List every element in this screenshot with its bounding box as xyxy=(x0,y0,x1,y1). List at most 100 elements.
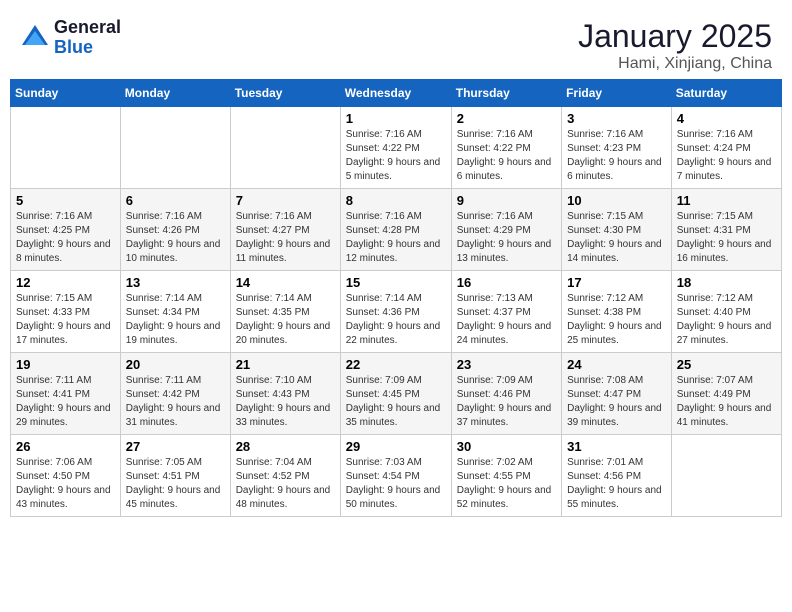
day-info: Sunrise: 7:09 AM Sunset: 4:45 PM Dayligh… xyxy=(346,374,446,430)
day-number: 3 xyxy=(567,111,666,126)
day-info: Sunrise: 7:11 AM Sunset: 4:41 PM Dayligh… xyxy=(16,374,115,430)
calendar-cell: 28 Sunrise: 7:04 AM Sunset: 4:52 PM Dayli… xyxy=(230,435,340,517)
calendar-cell: 25Sunrise: 7:07 AM Sunset: 4:49 PM Dayli… xyxy=(671,353,781,435)
calendar-cell: 30 Sunrise: 7:02 AM Sunset: 4:55 PM Dayli… xyxy=(451,435,561,517)
day-number: 9 xyxy=(457,193,556,208)
day-info: Sunrise: 7:02 AM Sunset: 4:55 PM Dayligh… xyxy=(457,456,556,512)
day-number: 14 xyxy=(236,275,335,290)
day-number: 16 xyxy=(457,275,556,290)
day-info: Sunrise: 7:11 AM Sunset: 4:42 PM Dayligh… xyxy=(126,374,225,430)
calendar-cell: 5 Sunrise: 7:16 AM Sunset: 4:25 PM Daylig… xyxy=(11,189,121,271)
day-number: 4 xyxy=(677,111,776,126)
day-info: Sunrise: 7:15 AM Sunset: 4:33 PM Dayligh… xyxy=(16,292,115,348)
day-info: Sunrise: 7:09 AM Sunset: 4:46 PM Dayligh… xyxy=(457,374,556,430)
day-number: 7 xyxy=(236,193,335,208)
day-number: 31 xyxy=(567,439,666,454)
week-row-2: 5 Sunrise: 7:16 AM Sunset: 4:25 PM Daylig… xyxy=(11,189,782,271)
day-info: Sunrise: 7:04 AM Sunset: 4:52 PM Dayligh… xyxy=(236,456,335,512)
day-number: 1 xyxy=(346,111,446,126)
calendar-cell: 15 Sunrise: 7:14 AM Sunset: 4:36 PM Dayli… xyxy=(340,271,451,353)
calendar-cell: 31 Sunrise: 7:01 AM Sunset: 4:56 PM Dayli… xyxy=(562,435,672,517)
day-info: Sunrise: 7:01 AM Sunset: 4:56 PM Dayligh… xyxy=(567,456,666,512)
weekday-header-row: SundayMondayTuesdayWednesdayThursdayFrid… xyxy=(11,80,782,107)
calendar-cell: 12 Sunrise: 7:15 AM Sunset: 4:33 PM Dayli… xyxy=(11,271,121,353)
calendar-cell: 24 Sunrise: 7:08 AM Sunset: 4:47 PM Dayli… xyxy=(562,353,672,435)
calendar-cell: 8Sunrise: 7:16 AM Sunset: 4:28 PM Daylig… xyxy=(340,189,451,271)
day-info: Sunrise: 7:16 AM Sunset: 4:22 PM Dayligh… xyxy=(346,128,446,184)
day-info: Sunrise: 7:16 AM Sunset: 4:25 PM Dayligh… xyxy=(16,210,115,266)
day-number: 5 xyxy=(16,193,115,208)
weekday-header-sunday: Sunday xyxy=(11,80,121,107)
calendar-cell: 17 Sunrise: 7:12 AM Sunset: 4:38 PM Dayli… xyxy=(562,271,672,353)
day-info: Sunrise: 7:05 AM Sunset: 4:51 PM Dayligh… xyxy=(126,456,225,512)
logo: General Blue xyxy=(20,18,121,58)
calendar-cell xyxy=(120,107,230,189)
calendar-cell: 9Sunrise: 7:16 AM Sunset: 4:29 PM Daylig… xyxy=(451,189,561,271)
calendar-cell: 20 Sunrise: 7:11 AM Sunset: 4:42 PM Dayli… xyxy=(120,353,230,435)
calendar-cell: 19 Sunrise: 7:11 AM Sunset: 4:41 PM Dayli… xyxy=(11,353,121,435)
calendar-cell: 11 Sunrise: 7:15 AM Sunset: 4:31 PM Dayli… xyxy=(671,189,781,271)
day-info: Sunrise: 7:08 AM Sunset: 4:47 PM Dayligh… xyxy=(567,374,666,430)
day-number: 24 xyxy=(567,357,666,372)
calendar-cell: 27Sunrise: 7:05 AM Sunset: 4:51 PM Dayli… xyxy=(120,435,230,517)
week-row-1: 1 Sunrise: 7:16 AM Sunset: 4:22 PM Daylig… xyxy=(11,107,782,189)
day-number: 28 xyxy=(236,439,335,454)
day-info: Sunrise: 7:12 AM Sunset: 4:40 PM Dayligh… xyxy=(677,292,776,348)
calendar-cell: 10Sunrise: 7:15 AM Sunset: 4:30 PM Dayli… xyxy=(562,189,672,271)
calendar-cell: 21 Sunrise: 7:10 AM Sunset: 4:43 PM Dayli… xyxy=(230,353,340,435)
calendar-table: SundayMondayTuesdayWednesdayThursdayFrid… xyxy=(10,79,782,517)
calendar-cell: 13Sunrise: 7:14 AM Sunset: 4:34 PM Dayli… xyxy=(120,271,230,353)
day-number: 11 xyxy=(677,193,776,208)
day-info: Sunrise: 7:14 AM Sunset: 4:35 PM Dayligh… xyxy=(236,292,335,348)
day-info: Sunrise: 7:15 AM Sunset: 4:31 PM Dayligh… xyxy=(677,210,776,266)
location-title: Hami, Xinjiang, China xyxy=(578,55,772,73)
logo-icon xyxy=(20,23,50,53)
day-number: 15 xyxy=(346,275,446,290)
logo-general: General xyxy=(54,18,121,38)
day-info: Sunrise: 7:16 AM Sunset: 4:26 PM Dayligh… xyxy=(126,210,225,266)
day-info: Sunrise: 7:06 AM Sunset: 4:50 PM Dayligh… xyxy=(16,456,115,512)
page-header: General Blue January 2025 Hami, Xinjiang… xyxy=(10,10,782,79)
calendar-cell: 23 Sunrise: 7:09 AM Sunset: 4:46 PM Dayli… xyxy=(451,353,561,435)
calendar-cell: 29Sunrise: 7:03 AM Sunset: 4:54 PM Dayli… xyxy=(340,435,451,517)
calendar-cell: 16 Sunrise: 7:13 AM Sunset: 4:37 PM Dayli… xyxy=(451,271,561,353)
weekday-header-tuesday: Tuesday xyxy=(230,80,340,107)
weekday-header-saturday: Saturday xyxy=(671,80,781,107)
calendar-cell xyxy=(11,107,121,189)
day-info: Sunrise: 7:13 AM Sunset: 4:37 PM Dayligh… xyxy=(457,292,556,348)
calendar-cell: 2Sunrise: 7:16 AM Sunset: 4:22 PM Daylig… xyxy=(451,107,561,189)
day-number: 17 xyxy=(567,275,666,290)
day-number: 2 xyxy=(457,111,556,126)
calendar-cell: 26Sunrise: 7:06 AM Sunset: 4:50 PM Dayli… xyxy=(11,435,121,517)
day-info: Sunrise: 7:10 AM Sunset: 4:43 PM Dayligh… xyxy=(236,374,335,430)
day-info: Sunrise: 7:03 AM Sunset: 4:54 PM Dayligh… xyxy=(346,456,446,512)
logo-blue: Blue xyxy=(54,38,121,58)
day-number: 20 xyxy=(126,357,225,372)
calendar-cell: 7Sunrise: 7:16 AM Sunset: 4:27 PM Daylig… xyxy=(230,189,340,271)
weekday-header-thursday: Thursday xyxy=(451,80,561,107)
day-number: 10 xyxy=(567,193,666,208)
calendar-cell xyxy=(671,435,781,517)
week-row-4: 19 Sunrise: 7:11 AM Sunset: 4:41 PM Dayli… xyxy=(11,353,782,435)
day-number: 21 xyxy=(236,357,335,372)
day-number: 23 xyxy=(457,357,556,372)
day-info: Sunrise: 7:16 AM Sunset: 4:28 PM Dayligh… xyxy=(346,210,446,266)
calendar-cell xyxy=(230,107,340,189)
week-row-3: 12 Sunrise: 7:15 AM Sunset: 4:33 PM Dayli… xyxy=(11,271,782,353)
calendar-cell: 14 Sunrise: 7:14 AM Sunset: 4:35 PM Dayli… xyxy=(230,271,340,353)
day-number: 30 xyxy=(457,439,556,454)
calendar-cell: 1 Sunrise: 7:16 AM Sunset: 4:22 PM Daylig… xyxy=(340,107,451,189)
day-info: Sunrise: 7:14 AM Sunset: 4:36 PM Dayligh… xyxy=(346,292,446,348)
weekday-header-friday: Friday xyxy=(562,80,672,107)
day-info: Sunrise: 7:16 AM Sunset: 4:24 PM Dayligh… xyxy=(677,128,776,184)
day-number: 12 xyxy=(16,275,115,290)
day-info: Sunrise: 7:12 AM Sunset: 4:38 PM Dayligh… xyxy=(567,292,666,348)
weekday-header-wednesday: Wednesday xyxy=(340,80,451,107)
calendar-cell: 22 Sunrise: 7:09 AM Sunset: 4:45 PM Dayli… xyxy=(340,353,451,435)
day-number: 19 xyxy=(16,357,115,372)
day-number: 25 xyxy=(677,357,776,372)
calendar-cell: 4 Sunrise: 7:16 AM Sunset: 4:24 PM Daylig… xyxy=(671,107,781,189)
week-row-5: 26Sunrise: 7:06 AM Sunset: 4:50 PM Dayli… xyxy=(11,435,782,517)
month-title: January 2025 xyxy=(578,18,772,55)
day-number: 22 xyxy=(346,357,446,372)
